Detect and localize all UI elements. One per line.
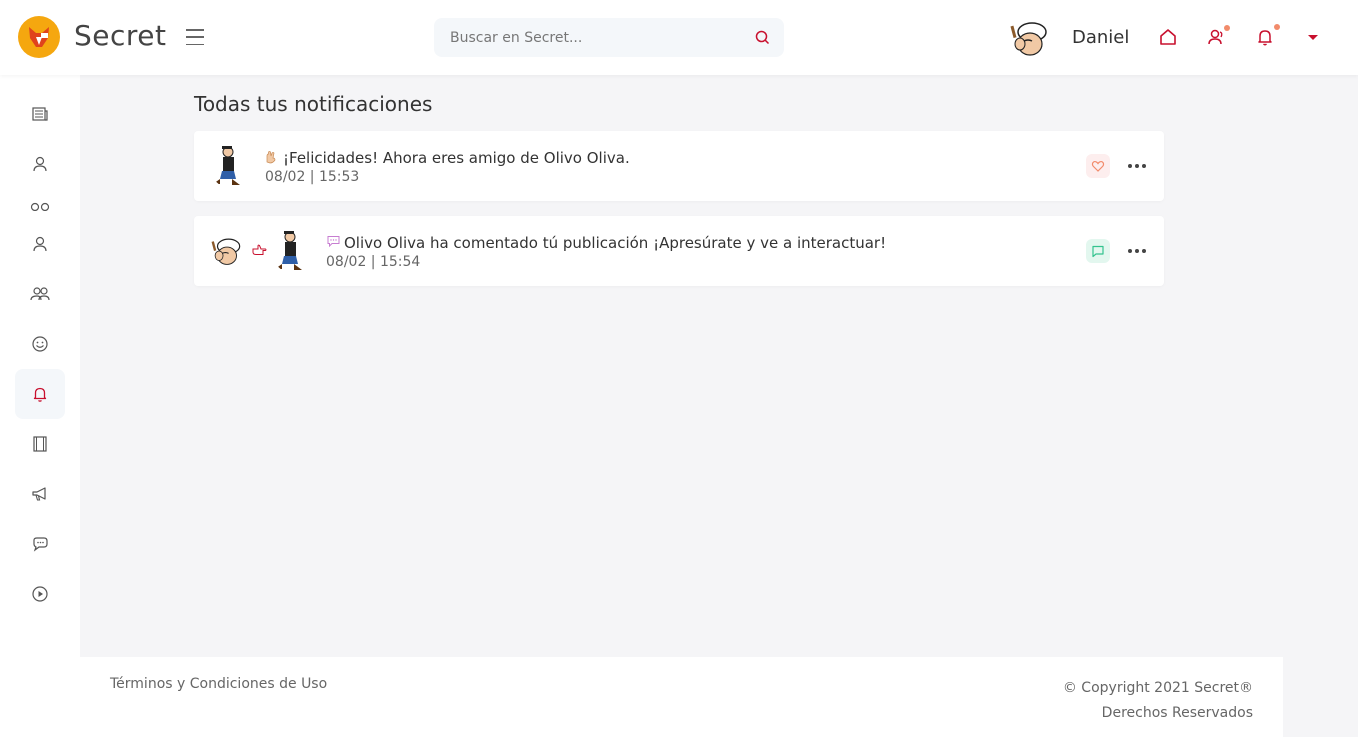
popeye-avatar-icon bbox=[1006, 14, 1054, 62]
notification-message: Olivo Oliva ha comentado tú publicación … bbox=[344, 234, 887, 252]
left-sidebar bbox=[0, 75, 80, 737]
users-icon bbox=[30, 202, 50, 211]
footer: Términos y Condiciones de Uso © Copyrigh… bbox=[80, 657, 1283, 737]
olive-oyl-figure-icon bbox=[210, 144, 250, 188]
copyright-text: © Copyright 2021 Secret® bbox=[1062, 680, 1253, 696]
more-options-button[interactable] bbox=[1128, 164, 1146, 168]
user-menu-dropdown-icon[interactable] bbox=[1308, 35, 1318, 40]
chat-icon bbox=[33, 537, 48, 552]
olivo-oliva-avatar[interactable] bbox=[272, 229, 312, 273]
more-options-button[interactable] bbox=[1128, 249, 1146, 253]
search-bar bbox=[434, 18, 784, 57]
sidebar-item-profile[interactable] bbox=[15, 139, 65, 189]
rights-text: Derechos Reservados bbox=[1101, 705, 1253, 721]
olive-oyl-figure-icon bbox=[272, 229, 312, 273]
hamburger-menu-icon[interactable] bbox=[186, 29, 204, 45]
heart-icon bbox=[1091, 160, 1105, 172]
terms-link[interactable]: Términos y Condiciones de Uso bbox=[110, 676, 327, 692]
user-icon bbox=[33, 156, 47, 172]
user-name[interactable]: Daniel bbox=[1072, 27, 1129, 48]
sidebar-item-friends[interactable] bbox=[15, 269, 65, 319]
sidebar-item-clipped bbox=[25, 201, 55, 211]
film-icon bbox=[33, 436, 47, 452]
popeye-avatar-icon bbox=[208, 232, 246, 270]
user-icon bbox=[33, 236, 47, 252]
user-avatar[interactable] bbox=[1006, 14, 1054, 62]
play-icon bbox=[32, 586, 48, 602]
sidebar-item-messages[interactable] bbox=[15, 519, 65, 569]
top-header: Secret Daniel bbox=[0, 0, 1358, 75]
app-logo[interactable] bbox=[18, 16, 60, 58]
sidebar-item-newsfeed[interactable] bbox=[15, 89, 65, 139]
sidebar-item-announcements[interactable] bbox=[15, 469, 65, 519]
newspaper-icon bbox=[32, 107, 48, 121]
search-icon[interactable] bbox=[755, 30, 770, 45]
notifications-badge-dot bbox=[1274, 24, 1280, 30]
sidebar-item-videos[interactable] bbox=[15, 419, 65, 469]
users-group-icon bbox=[30, 287, 50, 301]
comment-icon bbox=[327, 236, 340, 247]
notification-message: ¡Felicidades! Ahora eres amigo de Olivo … bbox=[283, 149, 630, 167]
notification-time: 08/02 | 15:53 bbox=[265, 169, 360, 185]
olivo-oliva-avatar[interactable] bbox=[210, 144, 250, 188]
wave-icon bbox=[266, 151, 276, 164]
smile-icon bbox=[32, 336, 48, 352]
like-button[interactable] bbox=[1086, 154, 1110, 178]
app-name[interactable]: Secret bbox=[74, 19, 167, 52]
fox-logo-icon bbox=[29, 27, 49, 47]
home-icon[interactable] bbox=[1157, 26, 1179, 48]
user-avatar-small[interactable] bbox=[208, 231, 246, 271]
footer-copyright-block: © Copyright 2021 Secret® Derechos Reserv… bbox=[1063, 676, 1253, 726]
bell-icon bbox=[33, 387, 47, 402]
sidebar-item-user[interactable] bbox=[15, 219, 65, 269]
sidebar-item-notifications[interactable] bbox=[15, 369, 65, 419]
comment-button[interactable] bbox=[1086, 239, 1110, 263]
friends-badge-dot bbox=[1224, 25, 1230, 31]
bell-icon[interactable] bbox=[1254, 26, 1276, 48]
sidebar-item-watch[interactable] bbox=[15, 569, 65, 619]
page-title: Todas tus notificaciones bbox=[194, 92, 433, 116]
search-input[interactable] bbox=[434, 18, 734, 57]
pointing-hand-icon bbox=[252, 244, 267, 255]
sidebar-item-reactions[interactable] bbox=[15, 319, 65, 369]
notification-time: 08/02 | 15:54 bbox=[326, 254, 421, 270]
message-square-icon bbox=[1092, 245, 1104, 258]
notification-card[interactable]: ¡Felicidades! Ahora eres amigo de Olivo … bbox=[194, 131, 1164, 201]
notification-card[interactable]: Olivo Oliva ha comentado tú publicación … bbox=[194, 216, 1164, 286]
megaphone-icon bbox=[32, 487, 46, 501]
